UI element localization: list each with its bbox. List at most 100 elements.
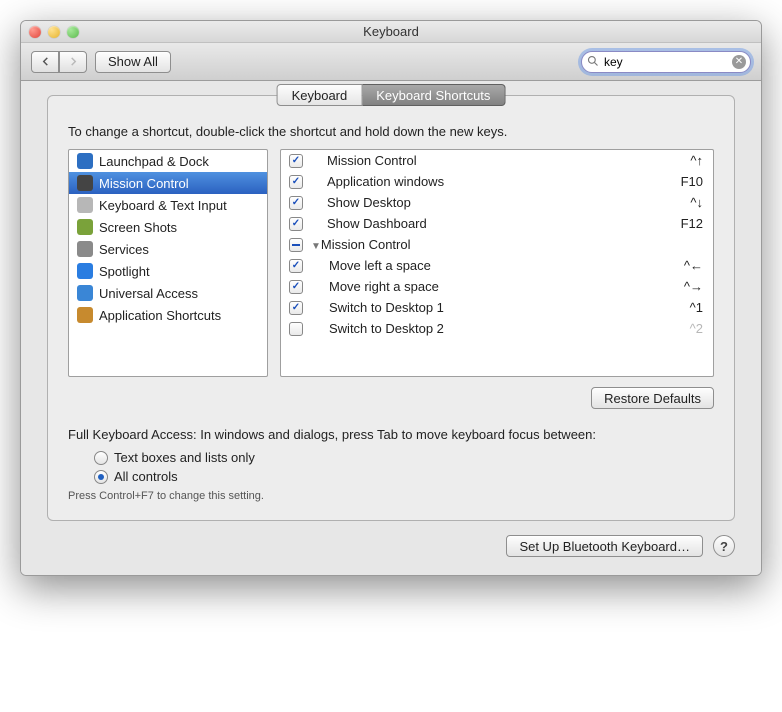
bottom-row: Set Up Bluetooth Keyboard… ? [47, 535, 735, 557]
shortcut-key[interactable]: ^→ [684, 279, 703, 294]
search-icon [587, 55, 599, 70]
titlebar: Keyboard [21, 21, 761, 43]
category-row[interactable]: Services [69, 238, 267, 260]
shortcut-row[interactable]: ✓ Switch to Desktop 1 ^1 [281, 297, 713, 318]
content-area: KeyboardKeyboard Shortcuts To change a s… [21, 81, 761, 575]
shortcut-checkbox[interactable]: ✓ [289, 259, 303, 273]
fka-prompt: Full Keyboard Access: In windows and dia… [68, 427, 714, 442]
category-row[interactable]: Spotlight [69, 260, 267, 282]
preferences-window: Keyboard Show All ✕ KeyboardKeyboard Sho… [20, 20, 762, 576]
clear-search-icon[interactable]: ✕ [732, 55, 746, 69]
radio-button[interactable] [94, 451, 108, 465]
fka-options: Text boxes and lists only All controls [94, 448, 714, 486]
shortcut-row[interactable]: ✓ Move left a space ^← [281, 255, 713, 276]
fka-option[interactable]: All controls [94, 467, 714, 486]
window-controls [29, 26, 79, 38]
back-button[interactable] [31, 51, 59, 73]
shortcut-row[interactable]: Switch to Desktop 2 ^2 [281, 318, 713, 339]
nav-buttons [31, 51, 87, 73]
shortcut-checkbox[interactable]: ✓ [289, 217, 303, 231]
full-keyboard-access: Full Keyboard Access: In windows and dia… [68, 427, 714, 502]
toolbar: Show All ✕ [21, 43, 761, 81]
category-icon [77, 153, 93, 169]
shortcut-name: Mission Control [311, 153, 682, 168]
radio-label: Text boxes and lists only [114, 450, 255, 465]
shortcut-row[interactable]: ✓ Mission Control ^↑ [281, 150, 713, 171]
tab-keyboard-shortcuts[interactable]: Keyboard Shortcuts [362, 84, 505, 106]
category-label: Services [99, 242, 149, 257]
bluetooth-keyboard-button[interactable]: Set Up Bluetooth Keyboard… [506, 535, 703, 557]
shortcut-name: Switch to Desktop 2 [311, 321, 682, 336]
category-list[interactable]: Launchpad & Dock Mission Control Keyboard … [68, 149, 268, 377]
search-input[interactable] [581, 51, 751, 73]
minimize-button[interactable] [48, 26, 60, 38]
category-label: Application Shortcuts [99, 308, 221, 323]
category-row[interactable]: Mission Control [69, 172, 267, 194]
shortcut-key[interactable]: ^↑ [690, 153, 703, 168]
shortcut-row[interactable]: ✓ Move right a space ^→ [281, 276, 713, 297]
category-label: Universal Access [99, 286, 198, 301]
shortcut-name: Move left a space [311, 258, 676, 273]
shortcut-name: Move right a space [311, 279, 676, 294]
shortcut-key[interactable]: ^↓ [690, 195, 703, 210]
category-label: Mission Control [99, 176, 189, 191]
category-label: Keyboard & Text Input [99, 198, 227, 213]
shortcut-checkbox[interactable]: ✓ [289, 301, 303, 315]
category-icon [77, 175, 93, 191]
shortcut-key[interactable]: ^1 [690, 300, 703, 315]
shortcut-key[interactable]: ^← [684, 258, 703, 273]
tab-view: KeyboardKeyboard Shortcuts To change a s… [47, 95, 735, 521]
split-columns: Launchpad & Dock Mission Control Keyboard … [68, 149, 714, 377]
tab-keyboard[interactable]: Keyboard [277, 84, 363, 106]
shortcut-name: ▼Mission Control [311, 237, 695, 252]
window-title: Keyboard [21, 24, 761, 39]
category-icon [77, 241, 93, 257]
disclosure-triangle-icon[interactable]: ▼ [311, 241, 321, 252]
shortcut-checkbox[interactable]: ✓ [289, 196, 303, 210]
category-icon [77, 219, 93, 235]
category-icon [77, 307, 93, 323]
category-label: Spotlight [99, 264, 150, 279]
shortcut-checkbox[interactable]: ✓ [289, 280, 303, 294]
shortcut-key[interactable]: F10 [681, 174, 703, 189]
close-button[interactable] [29, 26, 41, 38]
category-row[interactable]: Launchpad & Dock [69, 150, 267, 172]
shortcut-key[interactable]: ^2 [690, 321, 703, 336]
shortcut-name: Switch to Desktop 1 [311, 300, 682, 315]
category-icon [77, 263, 93, 279]
category-icon [77, 285, 93, 301]
fka-option[interactable]: Text boxes and lists only [94, 448, 714, 467]
shortcut-checkbox[interactable] [289, 322, 303, 336]
radio-label: All controls [114, 469, 178, 484]
shortcut-row[interactable]: ▼Mission Control [281, 234, 713, 255]
fka-hint: Press Control+F7 to change this setting. [68, 490, 714, 502]
category-row[interactable]: Keyboard & Text Input [69, 194, 267, 216]
shortcut-name: Show Desktop [311, 195, 682, 210]
shortcut-checkbox[interactable]: ✓ [289, 154, 303, 168]
description-text: To change a shortcut, double-click the s… [68, 124, 714, 139]
shortcut-row[interactable]: ✓ Show Desktop ^↓ [281, 192, 713, 213]
help-icon: ? [720, 539, 728, 554]
shortcut-row[interactable]: ✓ Application windows F10 [281, 171, 713, 192]
shortcut-checkbox[interactable]: ✓ [289, 175, 303, 189]
shortcut-checkbox[interactable] [289, 238, 303, 252]
shortcut-name: Show Dashboard [311, 216, 673, 231]
category-row[interactable]: Screen Shots [69, 216, 267, 238]
category-icon [77, 197, 93, 213]
restore-defaults-button[interactable]: Restore Defaults [591, 387, 714, 409]
shortcut-name: Application windows [311, 174, 673, 189]
show-all-button[interactable]: Show All [95, 51, 171, 73]
category-label: Screen Shots [99, 220, 177, 235]
zoom-button[interactable] [67, 26, 79, 38]
shortcut-key[interactable]: F12 [681, 216, 703, 231]
shortcut-list[interactable]: ✓ Mission Control ^↑ ✓ Application windows F1… [280, 149, 714, 377]
category-label: Launchpad & Dock [99, 154, 209, 169]
search-field: ✕ [581, 51, 751, 73]
category-row[interactable]: Application Shortcuts [69, 304, 267, 326]
forward-button[interactable] [59, 51, 87, 73]
radio-button[interactable] [94, 470, 108, 484]
category-row[interactable]: Universal Access [69, 282, 267, 304]
tab-bar: KeyboardKeyboard Shortcuts [277, 84, 506, 106]
help-button[interactable]: ? [713, 535, 735, 557]
shortcut-row[interactable]: ✓ Show Dashboard F12 [281, 213, 713, 234]
